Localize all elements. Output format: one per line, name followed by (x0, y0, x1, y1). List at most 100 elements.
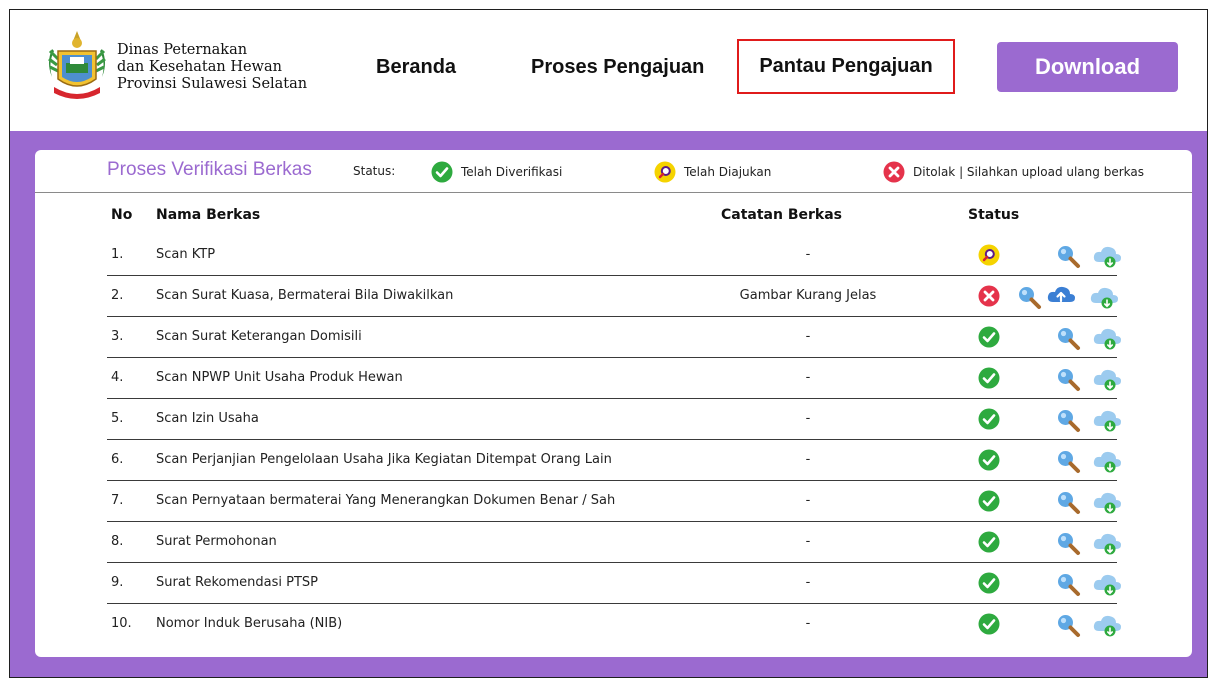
cloud-download-icon[interactable] (1092, 407, 1122, 437)
row-number: 4. (111, 370, 124, 385)
document-note: - (805, 329, 811, 344)
view-document-icon[interactable] (1056, 449, 1082, 479)
org-line-1: Dinas Peternakan (117, 42, 248, 58)
view-document-icon[interactable] (1056, 408, 1082, 438)
check-circle-icon (978, 572, 1000, 594)
legend-rejected-label: Ditolak | Silahkan upload ulang berkas (913, 165, 1144, 179)
column-header-note: Catatan Berkas (721, 207, 843, 223)
view-document-icon[interactable] (1056, 490, 1082, 520)
document-name: Scan Pernyataan bermaterai Yang Menerang… (156, 493, 616, 508)
cloud-download-icon[interactable] (1092, 530, 1122, 560)
view-document-icon[interactable] (1056, 572, 1082, 602)
view-document-icon[interactable] (1056, 613, 1082, 643)
nav-proses-pengajuan[interactable]: Proses Pengajuan (531, 52, 704, 82)
card-title: Proses Verifikasi Berkas (107, 159, 312, 180)
view-document-icon[interactable] (1056, 326, 1082, 356)
table-row: 1. Scan KTP - (35, 235, 1192, 276)
verification-card: Proses Verifikasi Berkas Status: Telah D… (35, 150, 1192, 657)
app-frame: Dinas Peternakan dan Kesehatan Hewan Pro… (9, 9, 1208, 678)
check-circle-icon (978, 326, 1000, 348)
document-note: - (805, 370, 811, 385)
emblem-icon (44, 29, 110, 103)
cloud-download-icon[interactable] (1092, 448, 1122, 478)
table-row: 7. Scan Pernyataan bermaterai Yang Menera… (35, 481, 1192, 522)
download-button[interactable]: Download (997, 42, 1178, 92)
column-header-no: No (111, 207, 133, 223)
org-line-3: Provinsi Sulawesi Selatan (117, 76, 308, 92)
document-name: Nomor Induk Berusaha (NIB) (156, 616, 343, 631)
check-circle-icon (978, 408, 1000, 430)
document-name: Scan Surat Kuasa, Bermaterai Bila Diwaki… (156, 288, 454, 303)
cloud-download-icon[interactable] (1092, 489, 1122, 519)
table-row: 5. Scan Izin Usaha - (35, 399, 1192, 440)
content-band: Proses Verifikasi Berkas Status: Telah D… (10, 131, 1207, 677)
document-name: Scan Izin Usaha (156, 411, 259, 426)
document-note: - (805, 247, 811, 262)
cloud-download-icon[interactable] (1092, 366, 1122, 396)
check-circle-icon (978, 531, 1000, 553)
column-header-name: Nama Berkas (156, 207, 261, 223)
view-document-icon[interactable] (1017, 285, 1043, 315)
row-number: 2. (111, 288, 124, 303)
legend-submitted: Telah Diajukan (654, 161, 771, 183)
document-name: Surat Permohonan (156, 534, 277, 549)
document-note: - (805, 493, 811, 508)
table-row: 2. Scan Surat Kuasa, Bermaterai Bila Diwa… (35, 276, 1192, 317)
org-line-2: dan Kesehatan Hewan (117, 59, 282, 75)
table-row: 4. Scan NPWP Unit Usaha Produk Hewan - (35, 358, 1192, 399)
card-header: Proses Verifikasi Berkas Status: Telah D… (35, 150, 1192, 193)
organization-name: Dinas Peternakan dan Kesehatan Hewan Pro… (117, 42, 317, 93)
document-note: Gambar Kurang Jelas (739, 288, 877, 303)
cloud-download-icon[interactable] (1092, 612, 1122, 642)
legend-verified: Telah Diverifikasi (431, 161, 562, 183)
cloud-upload-icon[interactable] (1047, 284, 1075, 312)
document-note: - (805, 534, 811, 549)
document-name: Surat Rekomendasi PTSP (156, 575, 319, 590)
row-number: 7. (111, 493, 124, 508)
row-number: 6. (111, 452, 124, 467)
cloud-download-icon[interactable] (1089, 284, 1119, 314)
search-circle-icon (978, 244, 1000, 266)
check-circle-icon (978, 449, 1000, 471)
nav-beranda[interactable]: Beranda (376, 52, 456, 82)
check-circle-icon (431, 161, 453, 183)
check-circle-icon (978, 367, 1000, 389)
document-table: 1. Scan KTP - 2. Scan Surat Kuasa, Bermatera… (35, 235, 1192, 645)
view-document-icon[interactable] (1056, 531, 1082, 561)
cloud-download-icon[interactable] (1092, 325, 1122, 355)
table-row: 10. Nomor Induk Berusaha (NIB) - (35, 604, 1192, 645)
row-number: 1. (111, 247, 124, 262)
row-number: 9. (111, 575, 124, 590)
table-row: 8. Surat Permohonan - (35, 522, 1192, 563)
x-circle-icon (883, 161, 905, 183)
row-number: 8. (111, 534, 124, 549)
document-name: Scan Perjanjian Pengelolaan Usaha Jika K… (156, 452, 612, 467)
document-name: Scan NPWP Unit Usaha Produk Hewan (156, 370, 403, 385)
document-note: - (805, 411, 811, 426)
legend-submitted-label: Telah Diajukan (684, 165, 772, 179)
document-note: - (805, 616, 811, 631)
legend-verified-label: Telah Diverifikasi (461, 165, 563, 179)
document-name: Scan Surat Keterangan Domisili (156, 329, 362, 344)
row-number: 5. (111, 411, 124, 426)
cloud-download-icon[interactable] (1092, 571, 1122, 601)
document-name: Scan KTP (156, 247, 216, 262)
nav-pantau-pengajuan[interactable]: Pantau Pengajuan (737, 39, 955, 94)
cloud-download-icon[interactable] (1092, 243, 1122, 273)
row-number: 3. (111, 329, 124, 344)
legend-rejected: Ditolak | Silahkan upload ulang berkas (883, 161, 1144, 183)
view-document-icon[interactable] (1056, 367, 1082, 397)
check-circle-icon (978, 613, 1000, 635)
x-circle-icon (978, 285, 1000, 307)
document-note: - (805, 575, 811, 590)
view-document-icon[interactable] (1056, 244, 1082, 274)
row-number: 10. (111, 616, 132, 631)
table-row: 9. Surat Rekomendasi PTSP - (35, 563, 1192, 604)
document-note: - (805, 452, 811, 467)
header: Dinas Peternakan dan Kesehatan Hewan Pro… (10, 10, 1207, 131)
column-header-status: Status (968, 207, 1020, 223)
table-row: 3. Scan Surat Keterangan Domisili - (35, 317, 1192, 358)
table-row: 6. Scan Perjanjian Pengelolaan Usaha Jika… (35, 440, 1192, 481)
search-circle-icon (654, 161, 676, 183)
check-circle-icon (978, 490, 1000, 512)
